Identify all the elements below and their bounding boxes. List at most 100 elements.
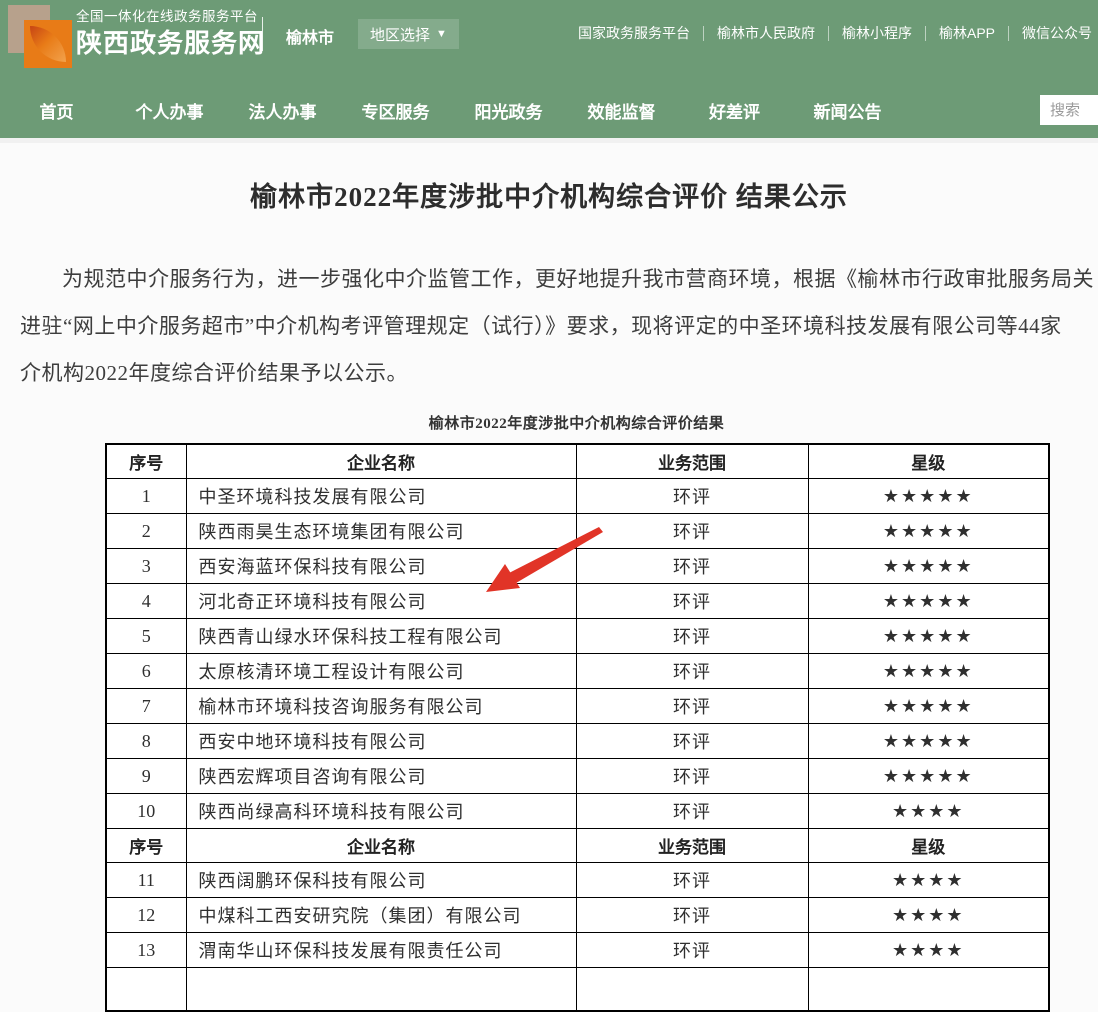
site-header: 全国一体化在线政务服务平台 陕西政务服务网 榆林市 地区选择 ▼ 国家政务服务平… xyxy=(0,0,1098,82)
row-number: 1 xyxy=(106,479,186,514)
business-scope: 环评 xyxy=(576,898,808,933)
top-link-3[interactable]: 榆林小程序 xyxy=(829,26,926,41)
business-scope: 环评 xyxy=(576,759,808,794)
star-rating: ★★★★★ xyxy=(808,514,1049,549)
star-rating: ★★★★★ xyxy=(808,724,1049,759)
row-number: 5 xyxy=(106,619,186,654)
nav-item-1[interactable]: 首页 xyxy=(0,98,113,123)
business-scope: 环评 xyxy=(576,479,808,514)
table-row: 6太原核清环境工程设计有限公司环评★★★★★ xyxy=(106,654,1049,689)
nav-item-8[interactable]: 新闻公告 xyxy=(791,98,904,123)
table-row: 12中煤科工西安研究院（集团）有限公司环评★★★★ xyxy=(106,898,1049,933)
brand-block: 全国一体化在线政务服务平台 陕西政务服务网 xyxy=(76,9,265,58)
table-row: 8西安中地环境科技有限公司环评★★★★★ xyxy=(106,724,1049,759)
star-rating: ★★★★★ xyxy=(808,584,1049,619)
table-row: 13渭南华山环保科技发展有限责任公司环评★★★★ xyxy=(106,933,1049,968)
table-row: 9陕西宏辉项目咨询有限公司环评★★★★★ xyxy=(106,759,1049,794)
column-header: 序号 xyxy=(106,444,186,479)
table-row: 5陕西青山绿水环保科技工程有限公司环评★★★★★ xyxy=(106,619,1049,654)
search-input[interactable] xyxy=(1040,95,1098,125)
table-row-clipped xyxy=(106,968,1049,1012)
business-scope: 环评 xyxy=(576,584,808,619)
star-rating: ★★★★★ xyxy=(808,689,1049,724)
column-header: 业务范围 xyxy=(576,829,808,863)
empty-cell xyxy=(186,968,576,1012)
star-rating: ★★★★★ xyxy=(808,759,1049,794)
row-number: 8 xyxy=(106,724,186,759)
company-name: 中圣环境科技发展有限公司 xyxy=(186,479,576,514)
company-name: 陕西尚绿高科环境科技有限公司 xyxy=(186,794,576,829)
main-nav: 首页个人办事法人办事专区服务阳光政务效能监督好差评新闻公告 xyxy=(0,82,1098,138)
current-city-label: 榆林市 xyxy=(286,24,334,48)
business-scope: 环评 xyxy=(576,549,808,584)
company-name: 西安中地环境科技有限公司 xyxy=(186,724,576,759)
page-title: 榆林市2022年度涉批中介机构综合评价 结果公示 xyxy=(0,175,1098,214)
star-rating: ★★★★ xyxy=(808,898,1049,933)
business-scope: 环评 xyxy=(576,514,808,549)
row-number: 13 xyxy=(106,933,186,968)
region-select-label: 地区选择 xyxy=(370,24,430,45)
announcement-article: 榆林市2022年度涉批中介机构综合评价 结果公示 为规范中介服务行为，进一步强化… xyxy=(0,175,1098,1012)
top-link-5[interactable]: 微信公众号 xyxy=(1009,26,1098,41)
table-row: 2陕西雨昊生态环境集团有限公司环评★★★★★ xyxy=(106,514,1049,549)
row-number: 9 xyxy=(106,759,186,794)
company-name: 陕西宏辉项目咨询有限公司 xyxy=(186,759,576,794)
star-rating: ★★★★★ xyxy=(808,619,1049,654)
nav-item-5[interactable]: 阳光政务 xyxy=(452,98,565,123)
star-rating: ★★★★ xyxy=(808,794,1049,829)
business-scope: 环评 xyxy=(576,619,808,654)
site-logo[interactable] xyxy=(8,5,74,69)
column-header: 企业名称 xyxy=(186,829,576,863)
nav-bottom-strip xyxy=(0,138,1098,143)
company-name: 西安海蓝环保科技有限公司 xyxy=(186,549,576,584)
row-number: 12 xyxy=(106,898,186,933)
evaluation-table: 序号企业名称业务范围星级1中圣环境科技发展有限公司环评★★★★★2陕西雨昊生态环… xyxy=(105,443,1050,1012)
paragraph-line-2: 进驻“网上中介服务超市”中介机构考评管理规定（试行）》要求，现将评定的中圣环境科… xyxy=(20,303,1098,350)
company-name: 太原核清环境工程设计有限公司 xyxy=(186,654,576,689)
company-name: 河北奇正环境科技有限公司 xyxy=(186,584,576,619)
row-number: 11 xyxy=(106,863,186,898)
company-name: 陕西雨昊生态环境集团有限公司 xyxy=(186,514,576,549)
site-name: 陕西政务服务网 xyxy=(76,29,265,59)
star-rating: ★★★★ xyxy=(808,863,1049,898)
table-row: 7榆林市环境科技咨询服务有限公司环评★★★★★ xyxy=(106,689,1049,724)
company-name: 中煤科工西安研究院（集团）有限公司 xyxy=(186,898,576,933)
business-scope: 环评 xyxy=(576,654,808,689)
top-link-1[interactable]: 国家政务服务平台 xyxy=(578,26,704,41)
column-header: 企业名称 xyxy=(186,444,576,479)
platform-name: 全国一体化在线政务服务平台 xyxy=(76,9,265,25)
business-scope: 环评 xyxy=(576,933,808,968)
table-row: 3西安海蓝环保科技有限公司环评★★★★★ xyxy=(106,549,1049,584)
column-header: 序号 xyxy=(106,829,186,863)
nav-item-7[interactable]: 好差评 xyxy=(678,98,791,123)
announcement-paragraph: 为规范中介服务行为，进一步强化中介监管工作，更好地提升我市营商环境，根据《榆林市… xyxy=(20,256,1098,397)
empty-cell xyxy=(576,968,808,1012)
company-name: 榆林市环境科技咨询服务有限公司 xyxy=(186,689,576,724)
star-rating: ★★★★★ xyxy=(808,549,1049,584)
company-name: 渭南华山环保科技发展有限责任公司 xyxy=(186,933,576,968)
row-number: 6 xyxy=(106,654,186,689)
header-divider xyxy=(262,17,263,51)
region-select-button[interactable]: 地区选择 ▼ xyxy=(358,19,459,49)
table-row: 4河北奇正环境科技有限公司环评★★★★★ xyxy=(106,584,1049,619)
table-row: 1中圣环境科技发展有限公司环评★★★★★ xyxy=(106,479,1049,514)
row-number: 2 xyxy=(106,514,186,549)
top-links: 国家政务服务平台榆林市人民政府榆林小程序榆林APP微信公众号注册 xyxy=(578,0,1098,66)
paragraph-line-3: 介机构2022年度综合评价结果予以公示。 xyxy=(20,350,1098,397)
top-link-4[interactable]: 榆林APP xyxy=(926,26,1009,41)
empty-cell xyxy=(106,968,186,1012)
nav-item-6[interactable]: 效能监督 xyxy=(565,98,678,123)
business-scope: 环评 xyxy=(576,863,808,898)
row-number: 7 xyxy=(106,689,186,724)
search-box xyxy=(1040,95,1098,125)
nav-item-4[interactable]: 专区服务 xyxy=(339,98,452,123)
nav-item-2[interactable]: 个人办事 xyxy=(113,98,226,123)
paragraph-line-1: 为规范中介服务行为，进一步强化中介监管工作，更好地提升我市营商环境，根据《榆林市… xyxy=(20,256,1098,303)
nav-item-3[interactable]: 法人办事 xyxy=(226,98,339,123)
table-header-row: 序号企业名称业务范围星级 xyxy=(106,444,1049,479)
business-scope: 环评 xyxy=(576,689,808,724)
business-scope: 环评 xyxy=(576,794,808,829)
top-link-2[interactable]: 榆林市人民政府 xyxy=(704,26,829,41)
table-header-row: 序号企业名称业务范围星级 xyxy=(106,829,1049,863)
empty-cell xyxy=(808,968,1049,1012)
